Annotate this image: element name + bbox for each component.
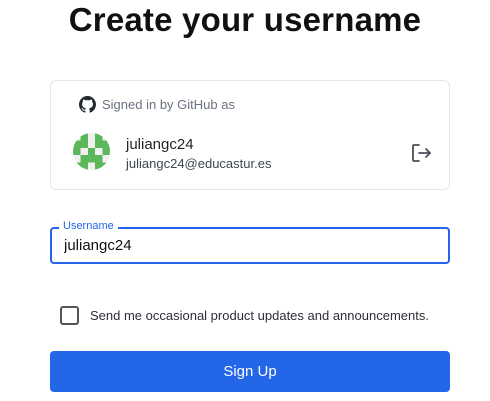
sign-out-button[interactable] xyxy=(409,141,433,165)
account-card: Signed in by GitHub as juliangc24 julian… xyxy=(50,80,450,190)
account-name: juliangc24 xyxy=(126,136,194,153)
updates-checkbox[interactable] xyxy=(60,306,79,325)
signed-in-text: Signed in by GitHub as xyxy=(102,97,235,112)
username-label: Username xyxy=(59,219,118,233)
account-email: juliangc24@educastur.es xyxy=(126,156,272,171)
updates-checkbox-label[interactable]: Send me occasional product updates and a… xyxy=(90,308,429,323)
signed-in-row: Signed in by GitHub as xyxy=(79,96,235,113)
username-field-group: Username xyxy=(50,219,450,264)
sign-up-button[interactable]: Sign Up xyxy=(50,351,450,392)
updates-consent-row: Send me occasional product updates and a… xyxy=(60,306,429,325)
github-icon xyxy=(79,96,96,113)
page-title: Create your username xyxy=(68,1,422,38)
sign-out-icon xyxy=(409,141,433,165)
avatar xyxy=(73,133,110,170)
